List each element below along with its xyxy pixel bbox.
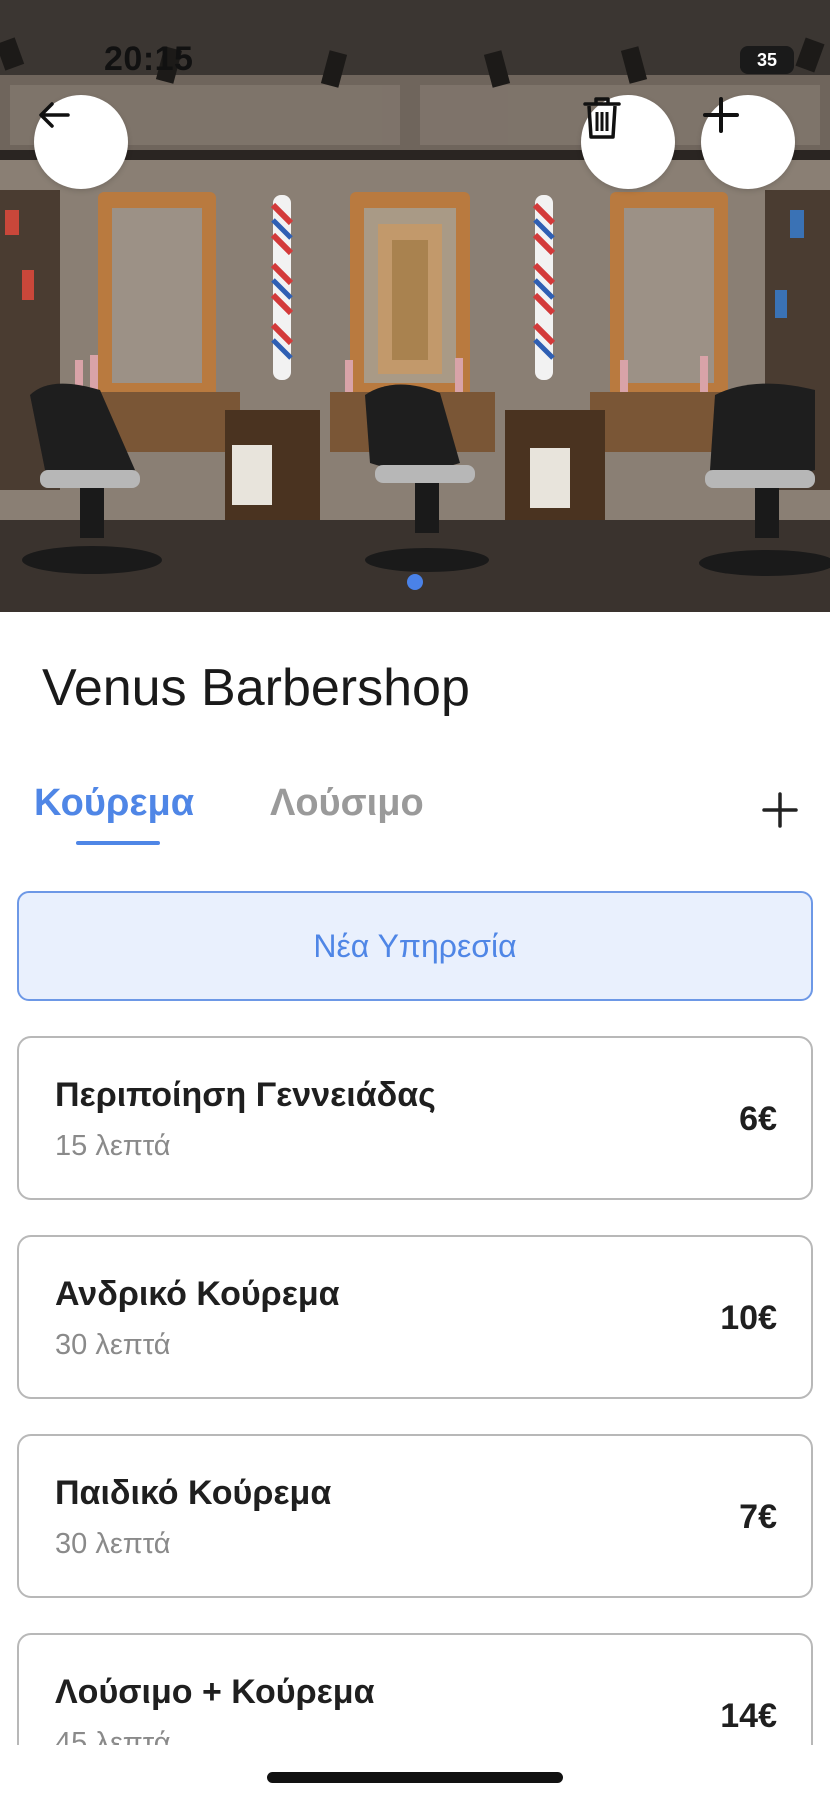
shop-photo-gallery[interactable]: 20:15 35 (0, 0, 830, 612)
active-tab-underline (76, 841, 160, 845)
service-name: Ανδρικό Κούρεμα (55, 1275, 340, 1313)
service-card[interactable]: Παιδικό Κούρεμα 30 λεπτά 7€ (17, 1434, 813, 1598)
shop-title: Venus Barbershop (42, 659, 470, 717)
arrow-left-icon (39, 102, 70, 128)
plus-icon (762, 792, 798, 828)
home-indicator[interactable] (267, 1772, 563, 1783)
barbershop-photo (0, 0, 830, 612)
service-price: 14€ (720, 1697, 777, 1735)
battery-icon: 35 (740, 46, 794, 74)
tab-koyrema[interactable]: Κούρεμα (34, 782, 194, 825)
service-card[interactable]: Ανδρικό Κούρεμα 30 λεπτά 10€ (17, 1235, 813, 1399)
trash-icon (583, 97, 621, 139)
category-tabs: Κούρεμα Λούσιμο (0, 770, 830, 850)
service-price: 7€ (739, 1498, 777, 1536)
delete-button[interactable] (581, 95, 675, 189)
add-photo-button[interactable] (701, 95, 795, 189)
battery-level: 35 (756, 49, 778, 70)
back-button[interactable] (34, 95, 128, 189)
new-service-button[interactable]: Νέα Υπηρεσία (17, 891, 813, 1001)
plus-icon (703, 97, 739, 133)
gallery-page-indicator[interactable] (407, 574, 423, 590)
add-category-button[interactable] (756, 786, 804, 834)
service-name: Παιδικό Κούρεμα (55, 1474, 332, 1512)
status-icons: 35 (740, 46, 794, 74)
service-card[interactable]: Περιποίηση Γενν​ειάδας 15 λεπτά 6€ (17, 1036, 813, 1200)
screen: 20:15 35 Venus Barbershop Κούρεμα Λούσιμ… (0, 0, 830, 1800)
status-time: 20:15 (104, 40, 194, 78)
service-name: Περιποίηση Γενν​ειάδας (55, 1076, 436, 1114)
service-price: 10€ (720, 1299, 777, 1337)
service-duration: 15 λεπτά (55, 1130, 171, 1162)
service-name: Λούσιμο + Κούρεμα (55, 1673, 375, 1711)
service-duration: 30 λεπτά (55, 1329, 171, 1361)
tab-loysimo[interactable]: Λούσιμο (270, 782, 424, 825)
service-duration: 30 λεπτά (55, 1528, 171, 1560)
service-price: 6€ (739, 1100, 777, 1138)
